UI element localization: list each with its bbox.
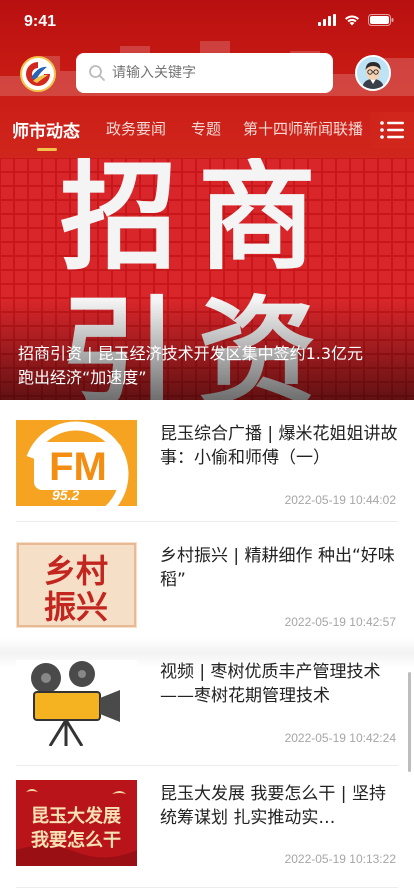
list-item[interactable]: 昆玉大发展 我要怎么干 昆玉大发展 我要怎么干 | 坚持统筹谋划 扎实推动实… 2…	[0, 766, 414, 888]
battery-icon	[368, 14, 394, 26]
development-banner-image: 昆玉大发展我要怎么干	[16, 780, 137, 866]
article-thumbnail-video	[16, 660, 137, 746]
list-menu-icon	[380, 121, 404, 139]
search-box[interactable]	[76, 53, 333, 93]
article-thumbnail-fm: FM 95.2	[16, 420, 137, 506]
wifi-icon	[345, 15, 359, 26]
article-time: 2022-05-19 10:42:57	[284, 615, 396, 629]
rural-thumb-text-line2: 振兴	[44, 588, 108, 626]
app-logo[interactable]	[20, 56, 56, 92]
menu-button[interactable]	[370, 112, 414, 148]
article-time: 2022-05-19 10:13:22	[284, 852, 396, 866]
article-time: 2022-05-19 10:44:02	[284, 493, 396, 507]
status-bar: 9:41	[0, 0, 414, 44]
avatar-icon	[357, 57, 389, 89]
rural-revitalization-image: 乡村振兴	[16, 542, 137, 628]
active-tab-indicator	[37, 148, 57, 151]
development-thumb-text-line2: 我要怎么干	[31, 829, 121, 851]
hero-image-text: 招商	[60, 158, 336, 286]
article-title[interactable]: 昆玉大发展 我要怎么干 | 坚持统筹谋划 扎实推动实…	[160, 782, 398, 830]
divider	[16, 887, 398, 888]
logo-emblem-icon	[23, 59, 53, 89]
radio-fm-icon: FM 95.2	[16, 420, 137, 506]
article-thumbnail-development: 昆玉大发展 我要怎么干	[16, 780, 137, 866]
fm-thumb-text: FM	[49, 445, 107, 489]
tab-shishi-dongtai[interactable]: 师市动态	[12, 117, 80, 142]
hero-banner[interactable]: 招商引资 招商引资 | 昆玉经济技术开发区集中签约1.3亿元 跑出经济“加速度”	[0, 158, 414, 400]
search-input[interactable]	[112, 65, 312, 81]
user-avatar[interactable]	[355, 55, 391, 91]
search-icon	[89, 65, 105, 81]
movie-camera-icon	[16, 660, 137, 746]
hero-title[interactable]: 招商引资 | 昆玉经济技术开发区集中签约1.3亿元 跑出经济“加速度”	[18, 342, 368, 390]
article-thumbnail-rural: 乡村 振兴	[16, 542, 137, 628]
tab-zhuanti[interactable]: 专题	[191, 118, 221, 139]
article-title[interactable]: 昆玉综合广播 | 爆米花姐姐讲故事：小偷和师傅（一）	[160, 422, 398, 470]
tab-zhengwu-yaowen[interactable]: 政务要闻	[106, 118, 166, 139]
fm-thumb-sub: 95.2	[52, 487, 79, 503]
development-thumb-text: 昆玉大发展	[31, 805, 122, 827]
scrollbar[interactable]	[408, 672, 411, 772]
article-title[interactable]: 乡村振兴 | 精耕细作 种出“好味稻”	[160, 544, 398, 592]
list-item[interactable]: 乡村 振兴 乡村振兴 | 精耕细作 种出“好味稻” 2022-05-19 10:4…	[0, 522, 414, 644]
status-icons	[318, 14, 394, 26]
status-time: 9:41	[24, 13, 57, 30]
list-item[interactable]: FM 95.2 昆玉综合广播 | 爆米花姐姐讲故事：小偷和师傅（一） 2022-…	[0, 400, 414, 522]
tab-news-broadcast[interactable]: 第十四师新闻联播	[243, 118, 363, 139]
list-item[interactable]: 视频 | 枣树优质丰产管理技术——枣树花期管理技术 2022-05-19 10:…	[0, 644, 414, 766]
category-tabs: 师市动态 政务要闻 专题 第十四师新闻联播	[0, 112, 414, 158]
rural-thumb-text: 乡村	[44, 552, 108, 590]
signal-icon	[318, 14, 336, 26]
article-time: 2022-05-19 10:42:24	[284, 731, 396, 745]
app-header: 9:41 请输入关键字 师市动态 政务要闻 专题 第十四师新闻联播	[0, 0, 414, 160]
article-title[interactable]: 视频 | 枣树优质丰产管理技术——枣树花期管理技术	[160, 660, 398, 708]
